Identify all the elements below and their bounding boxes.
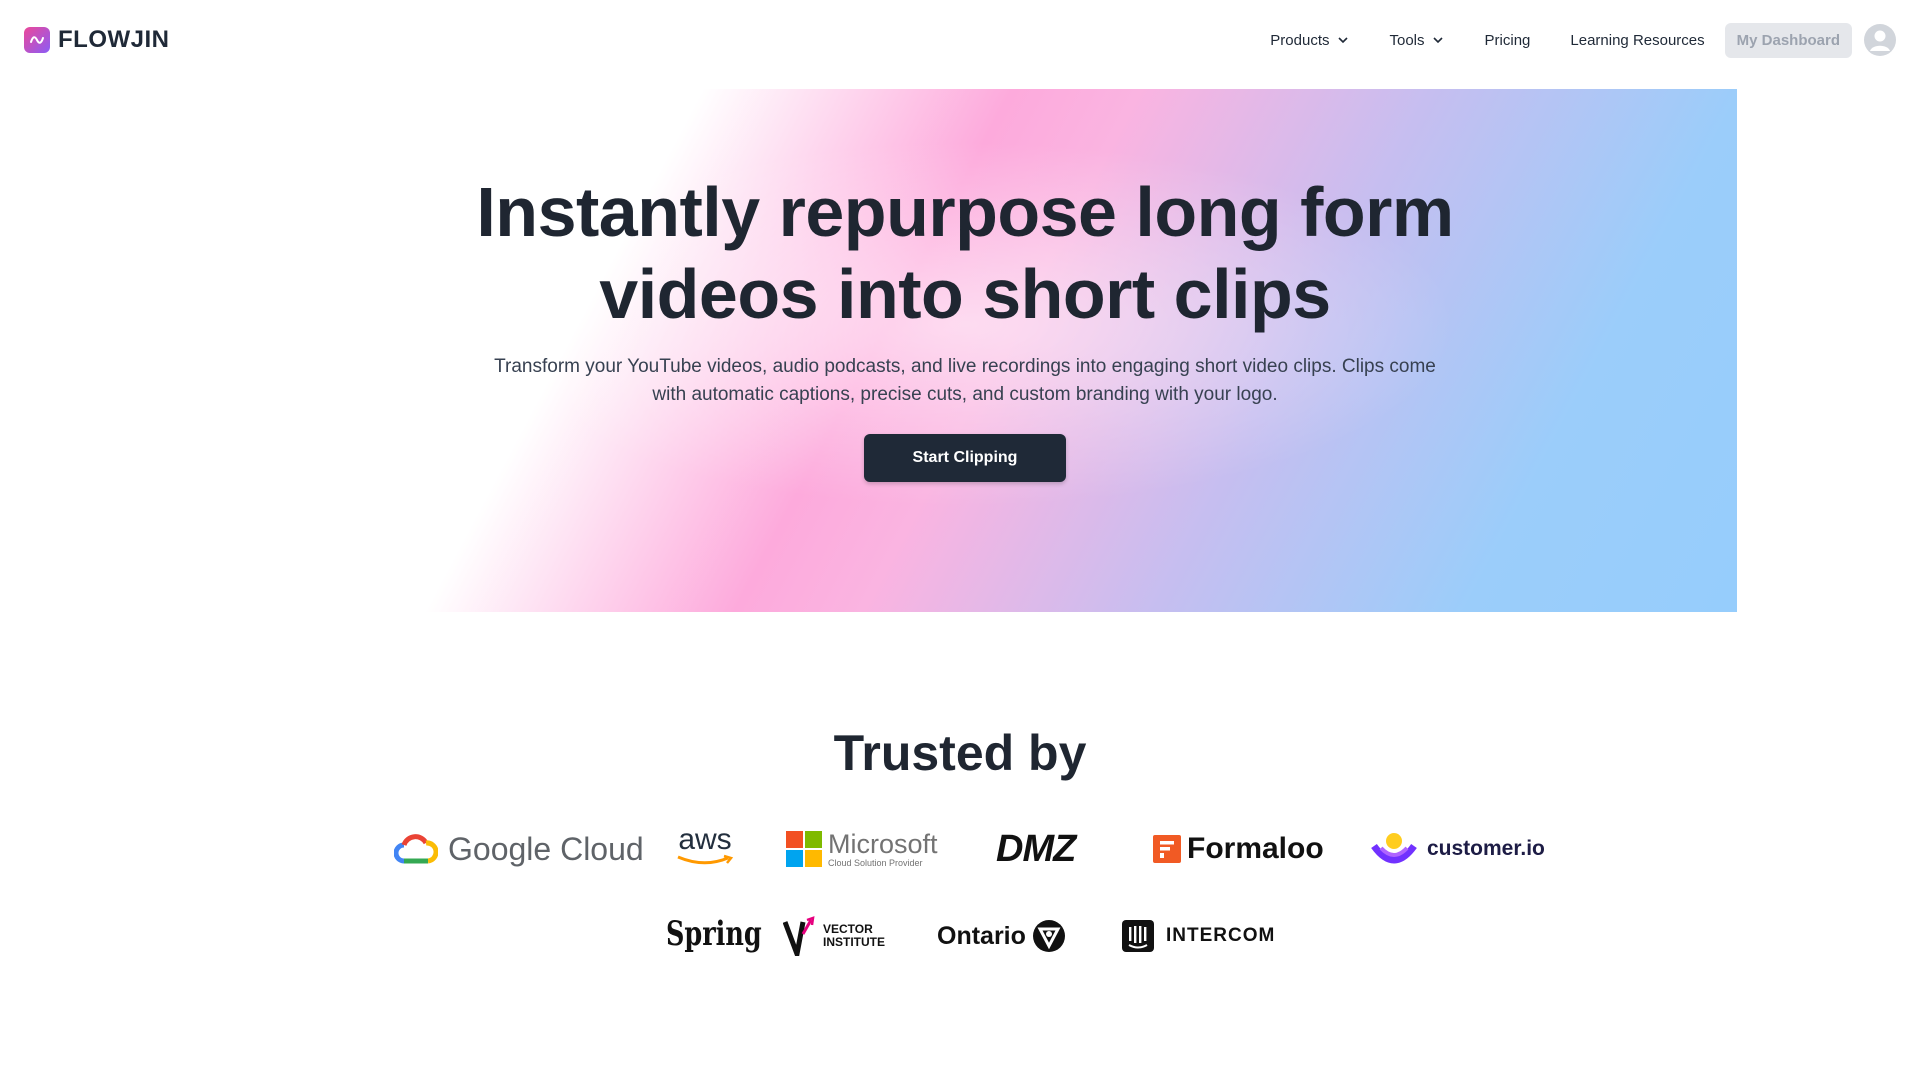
aws-name: aws: [678, 823, 732, 856]
main-nav: Products Tools Pricing Learning Resource…: [1250, 22, 1896, 58]
microsoft-logo: Microsoft Cloud Solution Provider: [786, 830, 938, 868]
nav-products[interactable]: Products: [1250, 24, 1369, 57]
vector-text: VECTOR INSTITUTE: [823, 923, 885, 949]
nav-tools[interactable]: Tools: [1370, 24, 1465, 57]
start-clipping-button[interactable]: Start Clipping: [864, 434, 1066, 482]
brand-name: FLOWJIN: [58, 26, 170, 53]
google-cloud-logo: Google Cloud: [394, 829, 644, 869]
google-cloud-icon: [394, 834, 438, 864]
chevron-down-icon: [1432, 37, 1443, 44]
ontario-logo: Ontario: [937, 919, 1066, 953]
spring-logo: Spring: [666, 914, 794, 954]
vector-institute-logo: VECTOR INSTITUTE: [783, 916, 885, 956]
top-navbar: FLOWJIN Products Tools Pricing Learning …: [0, 0, 1920, 80]
nav-products-label: Products: [1270, 31, 1330, 49]
user-avatar-icon[interactable]: [1864, 24, 1896, 56]
my-dashboard-button[interactable]: My Dashboard: [1724, 22, 1852, 58]
ontario-name: Ontario: [937, 921, 1026, 950]
brand[interactable]: FLOWJIN: [24, 26, 170, 54]
intercom-logo: INTERCOM: [1122, 920, 1275, 952]
nav-learning-resources-label: Learning Resources: [1570, 31, 1705, 49]
spring-name: Spring: [666, 914, 762, 954]
wave-logo-icon: [24, 27, 50, 53]
microsoft-subtitle: Cloud Solution Provider: [828, 858, 923, 868]
google-cloud-name: Google Cloud: [448, 830, 644, 867]
intercom-icon: [1122, 920, 1154, 952]
ontario-trillium-icon: [1032, 920, 1065, 952]
hero-title-line2: videos into short clips: [599, 255, 1331, 333]
intercom-name: INTERCOM: [1166, 925, 1276, 946]
nav-pricing-label: Pricing: [1484, 31, 1531, 49]
microsoft-name: Microsoft: [828, 829, 938, 859]
nav-learning-resources[interactable]: Learning Resources: [1550, 24, 1724, 57]
formaloo-icon: [1153, 835, 1181, 863]
formaloo-logo: Formaloo: [1153, 832, 1324, 866]
customerio-icon: [1371, 833, 1417, 864]
amazon-smile-icon: [677, 854, 734, 865]
vector-line2: INSTITUTE: [823, 935, 885, 949]
microsoft-text: Microsoft Cloud Solution Provider: [828, 830, 938, 868]
hero-subtitle: Transform your YouTube videos, audio pod…: [494, 356, 1436, 405]
hero-title: Instantly repurpose long form videos int…: [193, 171, 1737, 335]
hero-title-line1: Instantly repurpose long form: [476, 173, 1454, 251]
hero-section: Instantly repurpose long form videos int…: [193, 89, 1737, 612]
nav-pricing[interactable]: Pricing: [1465, 24, 1551, 57]
trusted-by-title: Trusted by: [833, 725, 1087, 781]
customerio-logo: customer.io: [1371, 832, 1545, 866]
customerio-name: customer.io: [1427, 837, 1545, 860]
formaloo-name: Formaloo: [1187, 832, 1324, 865]
microsoft-windows-icon: [786, 831, 822, 867]
dmz-logo: DMZ: [996, 828, 1076, 871]
dmz-name: DMZ: [996, 828, 1076, 870]
chevron-down-icon: [1337, 37, 1348, 44]
aws-logo: aws: [676, 823, 734, 866]
vector-v-icon: [783, 916, 815, 956]
nav-tools-label: Tools: [1389, 31, 1425, 49]
hero-glow: [193, 89, 1737, 612]
